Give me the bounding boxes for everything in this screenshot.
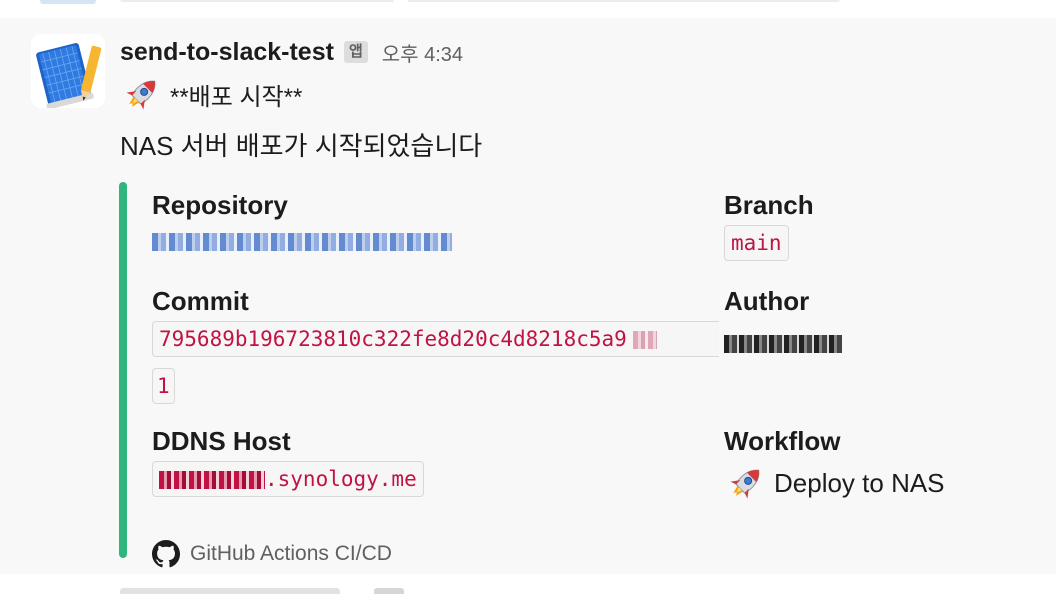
redacted-ddns-host (159, 471, 265, 489)
field-title-workflow: Workflow (724, 426, 841, 456)
field-value-author (724, 329, 842, 357)
previous-avatar-partial (40, 0, 96, 4)
attachment-color-bar (119, 182, 127, 558)
field-title-commit: Commit (152, 286, 249, 316)
message-line-1: **배포 시작** (120, 74, 302, 114)
github-icon (152, 540, 180, 568)
next-message-sender-partial (120, 588, 340, 594)
attachment-footer: GitHub Actions CI/CD (152, 540, 392, 568)
message-header: send-to-slack-test 앱 오후 4:34 (120, 35, 463, 69)
field-commit: Commit 795689b196723810c322fe8d20c4d8218… (152, 286, 722, 404)
redacted-repository (152, 232, 452, 251)
field-ddns-host: DDNS Host .synology.me (152, 426, 424, 497)
field-value-workflow: Deploy to NAS (774, 467, 945, 498)
message-row[interactable]: send-to-slack-test 앱 오후 4:34 **배포 시작** N… (0, 18, 1056, 574)
field-workflow: Workflow Deploy to NAS (724, 426, 945, 503)
field-value-branch: main (724, 225, 789, 261)
field-title-ddns-host: DDNS Host (152, 426, 291, 456)
field-repository: Repository (152, 190, 452, 255)
field-author: Author (724, 286, 842, 357)
rocket-icon (120, 74, 164, 114)
field-title-branch: Branch (724, 190, 814, 220)
next-message-partial (0, 574, 1056, 594)
message-bold-title: **배포 시작** (170, 83, 303, 111)
next-message-badge-partial (374, 588, 404, 594)
previous-message-partial (0, 0, 1056, 18)
message-timestamp[interactable]: 오후 4:34 (382, 38, 463, 67)
sender-name[interactable]: send-to-slack-test (120, 38, 334, 67)
redacted-author (724, 334, 842, 353)
field-value-commit-wrap: 1 (152, 368, 175, 404)
previous-message-text-partial (120, 0, 840, 2)
message-attachment: Repository Branch main Commit 795689b196… (119, 182, 1019, 568)
rocket-icon (724, 463, 768, 503)
field-value-commit: 795689b196723810c322fe8d20c4d8218c5a9 (152, 321, 719, 357)
bot-avatar[interactable] (31, 34, 105, 108)
field-branch: Branch main (724, 190, 814, 261)
field-title-repository: Repository (152, 190, 288, 220)
app-badge: 앱 (343, 41, 368, 63)
message-body-text: NAS 서버 배포가 시작되었습니다 (120, 131, 483, 161)
field-title-author: Author (724, 286, 810, 316)
field-value-ddns-host: .synology.me (152, 461, 424, 497)
footer-text: GitHub Actions CI/CD (190, 542, 392, 565)
field-value-repository[interactable] (152, 227, 452, 255)
